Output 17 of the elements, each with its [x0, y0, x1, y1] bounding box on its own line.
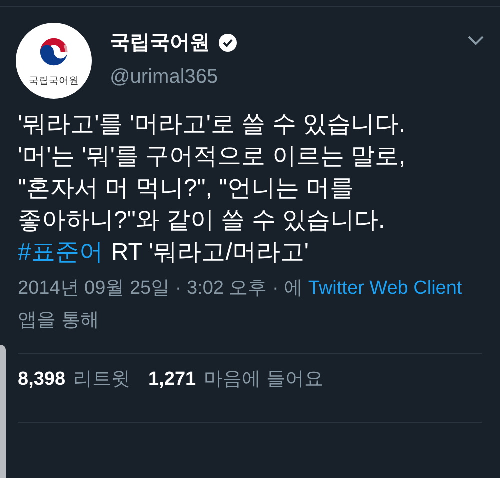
tweet-text-line: 좋아하니?"와 같이 쓸 수 있습니다. — [18, 206, 386, 236]
stat-label[interactable]: 마음에 들어요 — [204, 368, 324, 392]
account-name[interactable]: 국립국어원 — [110, 31, 210, 55]
avatar-caption: 국립국어원 — [29, 77, 79, 87]
tweet-meta: 2014년 09월 25일 · 3:02 오후 · 에 Twitter Web Client 앱을 통해 — [17, 277, 464, 333]
account-handle[interactable]: @urimal365 — [110, 65, 238, 89]
hashtag-link[interactable]: #표준어 — [18, 237, 104, 269]
chevron-down-icon[interactable] — [468, 36, 484, 46]
stat-count[interactable]: 1,271 — [148, 368, 196, 392]
client-link[interactable]: Twitter Web Client — [308, 278, 462, 299]
tweet-text: RT '뭐라고/머라고' — [111, 238, 309, 268]
tweet-text-line: '뭐라고'를 '머라고'로 쓸 수 있습니다. — [18, 110, 407, 140]
tweet-text-line: "혼자서 머 먹니?", "언니는 머를 — [18, 174, 356, 204]
stat-label[interactable]: 리트윗 — [74, 368, 131, 392]
stat-count[interactable]: 8,398 — [18, 368, 66, 392]
avatar[interactable]: 국립국어원 — [16, 23, 92, 99]
tweet-text-line: '머'는 '뭐'를 구어적으로 이르는 말로, — [18, 142, 407, 172]
